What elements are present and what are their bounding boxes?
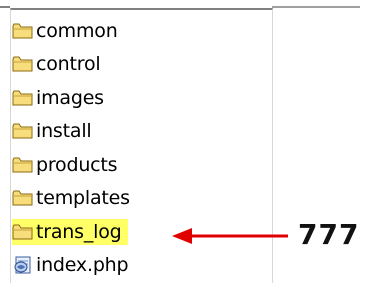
folder-item-templates[interactable]: templates xyxy=(12,182,131,216)
folder-item-trans-log[interactable]: trans_log xyxy=(12,215,131,249)
folder-label: install xyxy=(36,120,92,143)
folder-icon xyxy=(12,224,33,240)
window-top-border xyxy=(272,6,360,8)
permission-annotation: 777 xyxy=(298,218,360,251)
red-arrow xyxy=(172,228,288,244)
folder-label: products xyxy=(36,153,118,176)
folder-label: control xyxy=(36,53,101,76)
folder-icon xyxy=(12,23,33,39)
folder-item-products[interactable]: products xyxy=(12,148,131,182)
folder-icon xyxy=(12,90,33,106)
folder-label: images xyxy=(36,86,104,109)
file-item-index-php[interactable]: index.php xyxy=(12,249,131,283)
folder-icon xyxy=(12,123,33,139)
folder-item-images[interactable]: images xyxy=(12,81,131,115)
folder-icon xyxy=(12,190,33,206)
folder-icon xyxy=(12,157,33,173)
folder-label: common xyxy=(36,19,118,42)
folder-label: templates xyxy=(36,187,130,210)
file-label: index.php xyxy=(36,254,129,277)
folder-icon xyxy=(12,56,33,72)
folder-item-common[interactable]: common xyxy=(12,14,131,48)
screenshot-stage: common control images install products t… xyxy=(0,0,370,283)
window-edge xyxy=(0,6,10,283)
php-file-icon xyxy=(14,256,31,274)
folder-label: trans_log xyxy=(36,220,122,243)
file-list: common control images install products t… xyxy=(12,14,131,282)
folder-item-install[interactable]: install xyxy=(12,115,131,149)
folder-item-control[interactable]: control xyxy=(12,48,131,82)
highlight-marker: trans_log xyxy=(12,218,128,245)
